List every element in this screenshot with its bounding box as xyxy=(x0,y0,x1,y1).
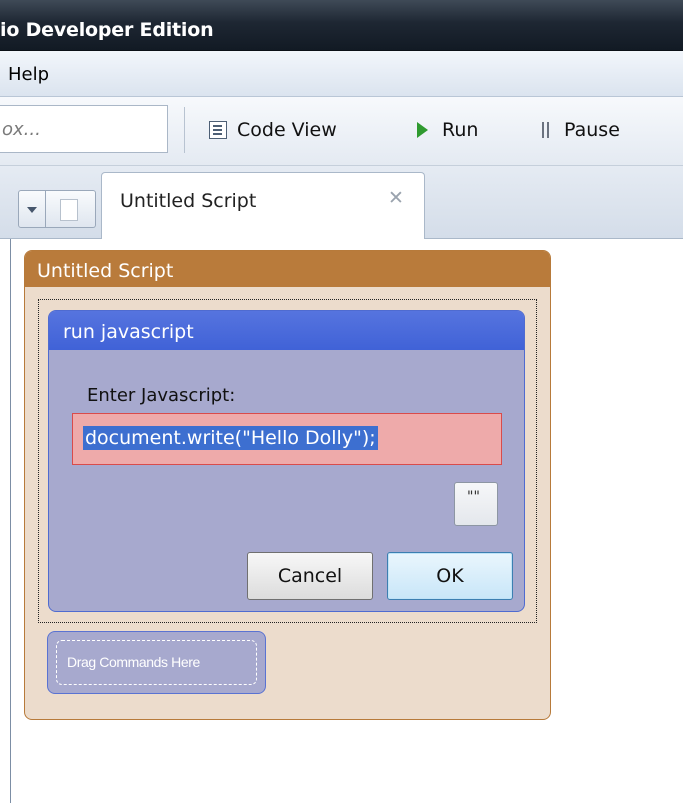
code-view-button[interactable]: Code View xyxy=(209,113,337,147)
toolbox-search-input[interactable] xyxy=(0,106,162,152)
toolbox-search[interactable] xyxy=(0,105,168,153)
pause-button[interactable]: Pause xyxy=(541,113,620,147)
quote-icon: "" xyxy=(467,489,480,505)
new-document-button[interactable] xyxy=(46,190,96,228)
menu-help[interactable]: Help xyxy=(8,64,49,85)
toolbar-separator xyxy=(184,107,185,153)
script-header: Untitled Script xyxy=(25,251,550,287)
drag-commands-zone[interactable]: Drag Commands Here xyxy=(47,631,266,694)
javascript-code-text[interactable]: document.write("Hello Dolly"); xyxy=(83,426,378,450)
tab-list-dropdown[interactable] xyxy=(18,190,46,228)
title-bar: io Developer Edition xyxy=(0,0,683,51)
run-label: Run xyxy=(442,119,479,141)
menu-bar: Help xyxy=(0,51,683,97)
drag-commands-label: Drag Commands Here xyxy=(67,654,200,670)
script-title: Untitled Script xyxy=(37,260,174,282)
command-header: run javascript xyxy=(49,311,524,350)
tab-label: Untitled Script xyxy=(120,190,257,212)
code-view-icon xyxy=(209,121,227,139)
run-button[interactable]: Run xyxy=(417,113,478,147)
pause-icon xyxy=(541,122,550,138)
code-view-label: Code View xyxy=(237,119,337,141)
run-javascript-command[interactable]: run javascript Enter Javascript: documen… xyxy=(48,310,525,612)
javascript-input[interactable]: document.write("Hello Dolly"); xyxy=(72,413,502,465)
canvas-left-border xyxy=(10,239,11,803)
ellipsis-button[interactable]: "" xyxy=(454,482,498,526)
cancel-button[interactable]: Cancel xyxy=(247,552,373,600)
play-icon xyxy=(417,122,428,138)
pause-label: Pause xyxy=(564,119,620,141)
window-title: io Developer Edition xyxy=(0,19,214,41)
toolbar: Code View Run Pause xyxy=(0,97,683,166)
drag-commands-dashed-border: Drag Commands Here xyxy=(56,640,257,685)
javascript-prompt-label: Enter Javascript: xyxy=(87,385,236,406)
tab-untitled-script[interactable]: Untitled Script ✕ xyxy=(101,172,425,239)
close-icon[interactable]: ✕ xyxy=(388,187,404,209)
ok-button[interactable]: OK xyxy=(387,552,513,600)
command-title: run javascript xyxy=(63,321,194,343)
